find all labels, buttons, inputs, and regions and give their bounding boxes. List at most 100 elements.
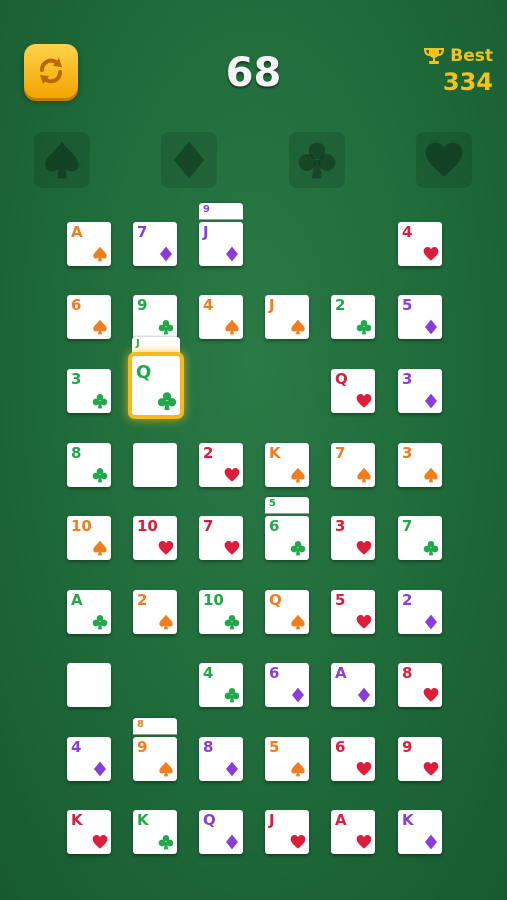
card[interactable]: 2 xyxy=(133,590,177,634)
diamond-icon xyxy=(226,246,238,262)
card-rank: 10 xyxy=(137,517,158,535)
card[interactable]: J xyxy=(265,295,309,339)
card[interactable]: 7 xyxy=(199,516,243,560)
foundation-heart[interactable] xyxy=(416,132,472,188)
card[interactable]: K xyxy=(265,443,309,487)
card-rank: 2 xyxy=(335,296,346,314)
spade-icon xyxy=(93,319,107,335)
club-icon xyxy=(92,615,108,630)
foundation-spade[interactable] xyxy=(34,132,90,188)
card-rank: A xyxy=(335,664,347,682)
card[interactable]: 5 xyxy=(265,737,309,781)
card[interactable]: 3 xyxy=(67,369,111,413)
card-rank: 3 xyxy=(335,517,346,535)
card-rank: J xyxy=(269,811,275,829)
heart-icon xyxy=(356,615,372,629)
card[interactable]: 3 xyxy=(331,516,375,560)
club-icon xyxy=(298,142,336,179)
card[interactable]: 4 xyxy=(199,663,243,707)
spade-icon xyxy=(291,467,305,483)
card[interactable]: 2 xyxy=(199,443,243,487)
card-rank: 5 xyxy=(269,738,280,756)
card[interactable]: 4 xyxy=(398,222,442,266)
card[interactable]: Q xyxy=(265,590,309,634)
club-icon xyxy=(92,394,108,409)
card[interactable]: 8 xyxy=(199,737,243,781)
stacked-card-peek: J xyxy=(132,337,180,354)
card-rank: Q xyxy=(335,370,348,388)
blank-card[interactable] xyxy=(67,663,111,707)
card[interactable]: 3 xyxy=(398,443,442,487)
spade-icon xyxy=(291,319,305,335)
club-icon xyxy=(423,541,439,556)
card[interactable]: 7 xyxy=(398,516,442,560)
heart-icon xyxy=(92,835,108,849)
card[interactable]: 10 xyxy=(133,516,177,560)
card[interactable]: 5 xyxy=(331,590,375,634)
card[interactable]: 6 xyxy=(265,516,309,560)
card-rank: 6 xyxy=(71,296,82,314)
card-rank: 7 xyxy=(203,517,214,535)
diamond-icon xyxy=(358,687,370,703)
card[interactable]: J xyxy=(265,810,309,854)
card[interactable]: Q xyxy=(331,369,375,413)
card[interactable]: K xyxy=(398,810,442,854)
card-rank: 9 xyxy=(402,738,413,756)
club-icon xyxy=(356,320,372,335)
card[interactable]: 9 xyxy=(398,737,442,781)
card-rank: Q xyxy=(136,362,152,383)
card[interactable]: 7 xyxy=(133,222,177,266)
peek-rank: 5 xyxy=(269,498,276,509)
blank-card[interactable] xyxy=(133,443,177,487)
card[interactable]: A xyxy=(67,222,111,266)
card[interactable]: 5 xyxy=(398,295,442,339)
card-rank: 7 xyxy=(335,444,346,462)
card[interactable]: 9 xyxy=(133,295,177,339)
card[interactable]: 8 xyxy=(67,443,111,487)
card[interactable]: 4 xyxy=(199,295,243,339)
card[interactable]: K xyxy=(67,810,111,854)
best-score: Best 334 xyxy=(424,46,493,96)
card[interactable]: 3 xyxy=(398,369,442,413)
card-rank: 4 xyxy=(203,664,214,682)
spade-icon xyxy=(93,246,107,262)
card[interactable]: A xyxy=(331,810,375,854)
card[interactable]: J xyxy=(199,222,243,266)
foundation-club[interactable] xyxy=(289,132,345,188)
card[interactable]: 7 xyxy=(331,443,375,487)
card[interactable]: 2 xyxy=(331,295,375,339)
card-rank: A xyxy=(335,811,347,829)
card-rank: 6 xyxy=(269,517,280,535)
card-rank: K xyxy=(137,811,149,829)
card[interactable]: 6 xyxy=(265,663,309,707)
best-label: Best xyxy=(450,46,493,66)
diamond-icon xyxy=(425,393,437,409)
card[interactable]: K xyxy=(133,810,177,854)
heart-icon xyxy=(356,762,372,776)
card[interactable]: 6 xyxy=(331,737,375,781)
club-icon xyxy=(224,615,240,630)
foundation-diamond[interactable] xyxy=(161,132,217,188)
card[interactable]: Q xyxy=(132,356,180,415)
card[interactable]: 8 xyxy=(398,663,442,707)
card[interactable]: Q xyxy=(199,810,243,854)
card-rank: K xyxy=(269,444,281,462)
card[interactable]: 6 xyxy=(67,295,111,339)
diamond-icon xyxy=(292,687,304,703)
card[interactable]: 4 xyxy=(67,737,111,781)
card[interactable]: A xyxy=(67,590,111,634)
card[interactable]: 10 xyxy=(67,516,111,560)
card[interactable]: A xyxy=(331,663,375,707)
card[interactable]: 9 xyxy=(133,737,177,781)
card[interactable]: 10 xyxy=(199,590,243,634)
heart-icon xyxy=(423,762,439,776)
card-rank: 9 xyxy=(137,296,148,314)
heart-icon xyxy=(356,541,372,555)
heart-icon xyxy=(423,688,439,702)
peek-rank: 8 xyxy=(137,719,144,730)
card-rank: 5 xyxy=(402,296,413,314)
card[interactable]: 2 xyxy=(398,590,442,634)
spade-icon xyxy=(291,761,305,777)
card-rank: 4 xyxy=(402,223,413,241)
card-rank: 7 xyxy=(137,223,148,241)
